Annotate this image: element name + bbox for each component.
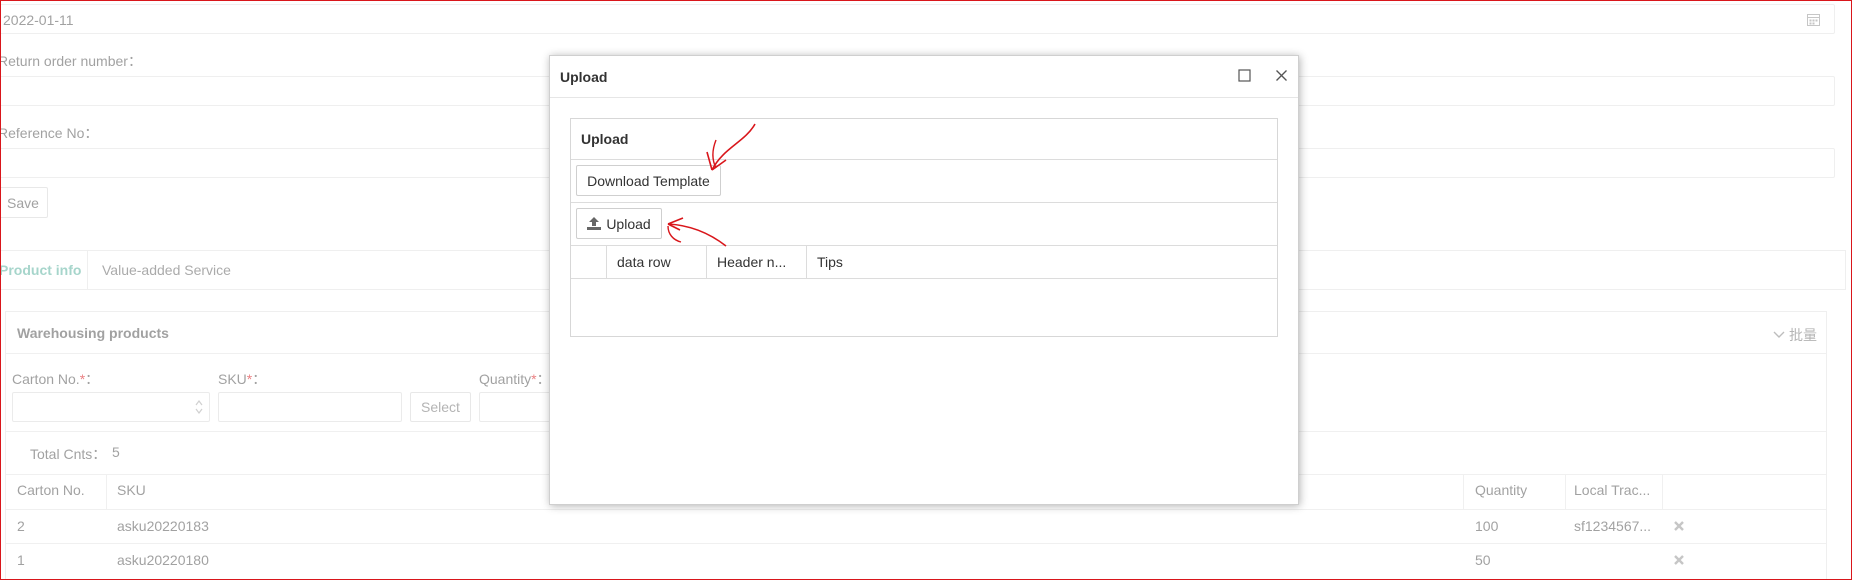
tab-product-info[interactable]: Product info [0,251,88,289]
divider [571,245,1277,246]
quantity-label: Quantity*： [479,371,551,387]
return-order-label: Return order number： [0,53,142,69]
close-icon[interactable] [1275,69,1288,82]
row-quantity: 100 [1475,518,1499,534]
carton-no-stepper[interactable] [12,392,210,422]
row-sku: asku20220183 [117,518,209,534]
column-header-quantity: Quantity [1475,482,1528,498]
delete-icon[interactable] [1673,520,1685,532]
table-row[interactable]: 2 asku20220183 100 sf1234567... [6,510,1826,543]
divider [571,159,1277,160]
total-cnts-value: 5 [112,444,120,460]
sku-input[interactable] [218,392,402,422]
column-divider [1463,474,1464,509]
column-header-sku: SKU [117,482,146,498]
total-cnts-label: Total Cnts： [30,446,107,462]
quantity-input[interactable] [479,392,559,422]
column-divider [1565,474,1566,509]
divider [571,278,1277,279]
row-carton: 1 [17,552,25,568]
row-quantity: 50 [1475,552,1491,568]
reference-label: Reference No： [0,125,99,141]
column-divider [606,245,607,278]
warehousing-title: Warehousing products [17,325,169,341]
column-divider [1662,474,1663,509]
download-template-button[interactable]: Download Template [576,165,721,196]
modal-header: Upload [550,56,1298,98]
table-row[interactable]: 1 asku20220180 50 [6,544,1826,577]
column-divider [706,245,707,278]
upload-button-label: Upload [606,215,651,232]
delete-icon[interactable] [1673,554,1685,566]
row-carton: 2 [17,518,25,534]
batch-toggle[interactable]: 批量 [1773,325,1817,345]
column-header-header-name: Header n... [717,254,787,270]
stepper-arrows-icon[interactable] [195,399,203,415]
date-field[interactable]: 2022-01-11 [0,4,1835,34]
sku-label: SKU*： [218,371,267,387]
select-button[interactable]: Select [410,392,471,422]
upload-icon [587,217,602,230]
column-divider [106,474,107,509]
upload-section: Upload Download Template Upload data row… [570,118,1278,337]
maximize-icon[interactable] [1238,69,1251,82]
calendar-icon[interactable] [1807,13,1820,26]
chevron-down-icon [1773,331,1785,338]
upload-section-title: Upload [581,131,629,147]
row-tracking: sf1234567... [1574,518,1652,534]
upload-modal: Upload Upload Download Template Upload d… [549,55,1299,505]
carton-no-label: Carton No.*： [12,371,100,387]
column-header-carton: Carton No. [17,482,85,498]
batch-label: 批量 [1789,327,1817,343]
row-sku: asku20220180 [117,552,209,568]
save-button[interactable]: Save [0,187,48,218]
column-header-tips: Tips [817,254,843,270]
upload-button[interactable]: Upload [576,208,662,239]
tab-value-added-service[interactable]: Value-added Service [102,251,231,289]
column-divider [806,245,807,278]
divider [571,202,1277,203]
date-value: 2022-01-11 [3,12,74,28]
column-header-tracking: Local Trac... [1574,482,1651,498]
column-header-data-row: data row [617,254,671,270]
modal-title: Upload [560,69,608,85]
